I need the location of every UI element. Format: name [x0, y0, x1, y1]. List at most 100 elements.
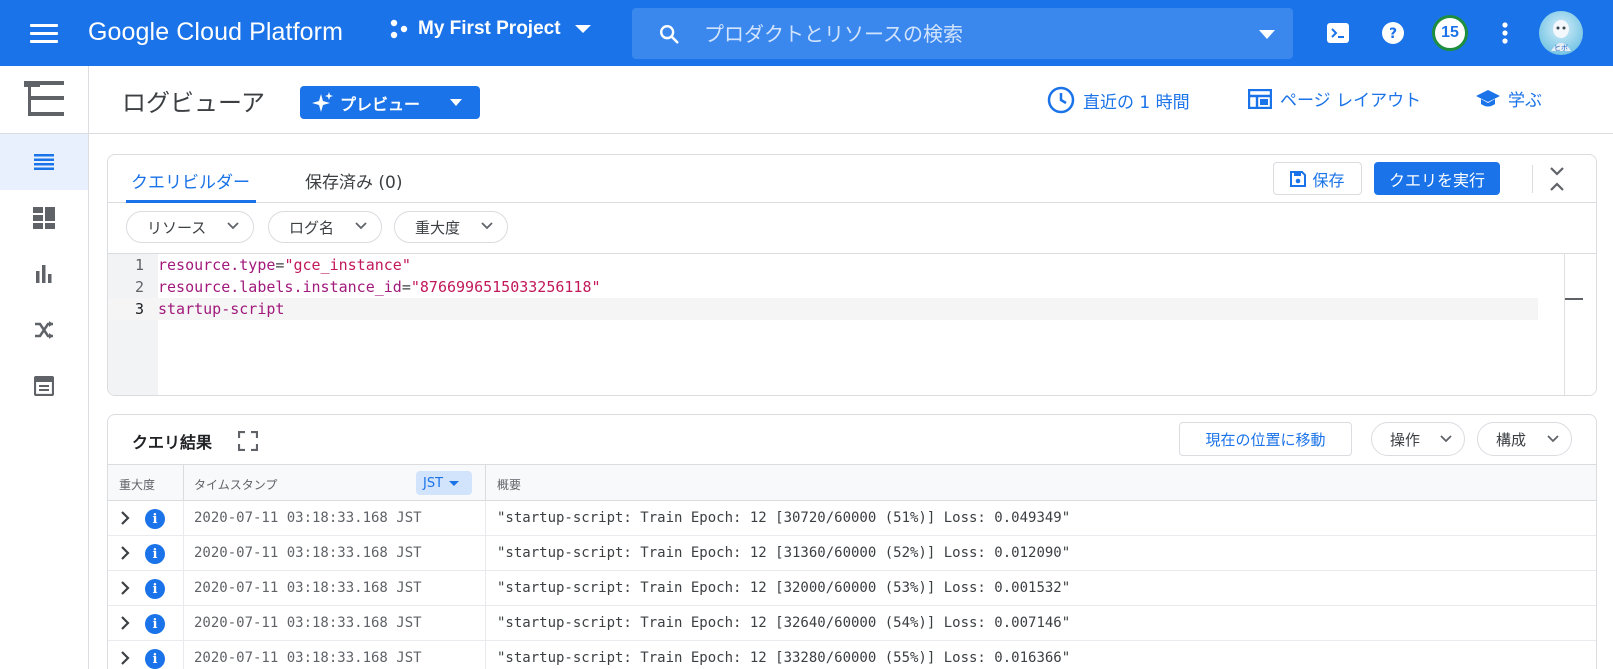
- page-layout-button[interactable]: ページ レイアウト: [1248, 86, 1421, 111]
- severity-chip[interactable]: 重大度: [394, 211, 508, 243]
- divider: [1532, 165, 1533, 193]
- chevron-down-icon[interactable]: [1259, 30, 1275, 39]
- editor-line-current[interactable]: 3 startup-script: [108, 298, 1538, 320]
- rail-header: [0, 66, 88, 134]
- brand-title[interactable]: Google Cloud Platform: [88, 18, 343, 47]
- chevron-right-icon[interactable]: [120, 616, 130, 630]
- avatar[interactable]: ヒボ: [1539, 11, 1583, 55]
- editor-line[interactable]: 2 resource.labels.instance_id="876699651…: [108, 276, 1538, 298]
- rail-item-logs[interactable]: [0, 134, 88, 190]
- code-operator: =: [401, 278, 411, 296]
- chevron-right-icon[interactable]: [120, 511, 130, 525]
- project-selector[interactable]: My First Project: [388, 18, 591, 40]
- column-divider: [183, 465, 184, 501]
- log-timestamp: 2020-07-11 03:18:33.168 JST: [194, 580, 422, 596]
- save-label: 保存: [1312, 170, 1345, 190]
- preview-dropdown-button[interactable]: プレビュー: [300, 86, 480, 119]
- log-row[interactable]: i 2020-07-11 03:18:33.168 JST "startup-s…: [108, 571, 1596, 606]
- dashboard-icon: [33, 207, 55, 229]
- left-nav-rail: [0, 66, 89, 669]
- log-row[interactable]: i 2020-07-11 03:18:33.168 JST "startup-s…: [108, 501, 1596, 536]
- editor-scrollbar[interactable]: [1564, 254, 1584, 395]
- collapse-icon[interactable]: [1548, 165, 1566, 193]
- rail-item-metrics[interactable]: [0, 246, 88, 302]
- chevron-right-icon[interactable]: [120, 581, 130, 595]
- code-text: resource.type="gce_instance": [158, 254, 411, 276]
- query-builder-card: クエリビルダー 保存済み (0) 保存 クエリを実行 リソース ログ名 重大度: [107, 154, 1597, 396]
- avatar-illustration: ヒボ: [1551, 20, 1571, 52]
- learn-button[interactable]: 学ぶ: [1476, 86, 1542, 111]
- time-range-selector[interactable]: 直近の 1 時間: [1047, 86, 1190, 114]
- log-name-chip[interactable]: ログ名: [268, 211, 382, 243]
- tab-query-builder[interactable]: クエリビルダー: [131, 168, 250, 193]
- log-summary: "startup-script: Train Epoch: 12 [32000/…: [497, 580, 1071, 596]
- fullscreen-icon[interactable]: [238, 431, 258, 451]
- line-number: 3: [134, 300, 144, 318]
- project-icon: [390, 19, 408, 39]
- query-results-card: クエリ結果 現在の位置に移動 操作 構成 重大度 タイムスタンプ JST 概要 …: [107, 414, 1597, 669]
- chevron-down-icon: [227, 222, 239, 230]
- info-icon: i: [145, 649, 165, 669]
- chevron-down-icon: [481, 222, 493, 230]
- log-row[interactable]: i 2020-07-11 03:18:33.168 JST "startup-s…: [108, 536, 1596, 571]
- timezone-dropdown[interactable]: JST: [416, 471, 472, 495]
- column-header-timestamp[interactable]: タイムスタンプ: [194, 476, 277, 493]
- configure-dropdown[interactable]: 構成: [1477, 422, 1572, 456]
- editor-line[interactable]: 1 resource.type="gce_instance": [108, 254, 1538, 276]
- code-text: resource.labels.instance_id="87669965150…: [158, 276, 601, 298]
- chevron-right-icon[interactable]: [120, 546, 130, 560]
- shuffle-icon: [35, 321, 53, 339]
- more-vert-icon[interactable]: [1502, 22, 1508, 44]
- rail-item-router[interactable]: [0, 302, 88, 358]
- notification-badge[interactable]: 15: [1432, 15, 1468, 51]
- search-input[interactable]: [704, 21, 1224, 46]
- code-key: resource.labels.instance_id: [158, 278, 402, 296]
- time-range-label: 直近の 1 時間: [1083, 92, 1190, 113]
- log-row[interactable]: i 2020-07-11 03:18:33.168 JST "startup-s…: [108, 641, 1596, 669]
- code-value: "8766996515033256118": [410, 278, 601, 296]
- chevron-down-icon: [1547, 435, 1559, 443]
- chevron-down-icon: [355, 222, 367, 230]
- chevron-down-icon: [574, 25, 591, 33]
- filter-chips: リソース ログ名 重大度: [108, 203, 1596, 253]
- jump-to-now-button[interactable]: 現在の位置に移動: [1179, 422, 1352, 456]
- resource-chip[interactable]: リソース: [126, 211, 254, 243]
- column-header-severity[interactable]: 重大度: [119, 476, 155, 493]
- log-timestamp: 2020-07-11 03:18:33.168 JST: [194, 650, 422, 666]
- svg-text:ヒボ: ヒボ: [1554, 44, 1568, 52]
- save-button[interactable]: 保存: [1273, 162, 1362, 195]
- severity-chip-label: 重大度: [415, 218, 461, 237]
- query-tabs: クエリビルダー 保存済み (0) 保存 クエリを実行: [108, 155, 1596, 203]
- log-name-chip-label: ログ名: [289, 218, 335, 237]
- log-row[interactable]: i 2020-07-11 03:18:33.168 JST "startup-s…: [108, 606, 1596, 641]
- tab-saved[interactable]: 保存済み (0): [305, 168, 402, 193]
- sparkle-icon: [312, 91, 333, 112]
- rail-item-dashboard[interactable]: [0, 190, 88, 246]
- chevron-right-icon[interactable]: [120, 651, 130, 665]
- log-timestamp: 2020-07-11 03:18:33.168 JST: [194, 615, 422, 631]
- info-icon: i: [145, 579, 165, 599]
- rail-item-storage[interactable]: [0, 358, 88, 414]
- bar-chart-icon: [36, 265, 52, 283]
- school-icon: [1476, 89, 1500, 106]
- top-app-bar: Google Cloud Platform My First Project ?…: [0, 0, 1613, 66]
- cloud-shell-icon[interactable]: [1327, 23, 1349, 43]
- line-number: 1: [134, 256, 144, 274]
- logs-toc-icon[interactable]: [24, 80, 64, 119]
- storage-icon: [34, 376, 54, 396]
- help-icon[interactable]: ?: [1382, 22, 1404, 44]
- actions-dropdown[interactable]: 操作: [1371, 422, 1465, 456]
- column-header-summary[interactable]: 概要: [497, 476, 521, 493]
- search-bar[interactable]: [632, 8, 1293, 59]
- learn-label: 学ぶ: [1508, 91, 1542, 111]
- configure-label: 構成: [1496, 430, 1527, 449]
- resource-chip-label: リソース: [147, 218, 207, 237]
- preview-label: プレビュー: [340, 94, 421, 114]
- run-query-button[interactable]: クエリを実行: [1374, 162, 1500, 195]
- layout-icon: [1248, 88, 1272, 109]
- results-table-header: 重大度 タイムスタンプ JST 概要: [108, 465, 1596, 501]
- menu-icon[interactable]: [30, 21, 58, 45]
- log-summary: "startup-script: Train Epoch: 12 [30720/…: [497, 510, 1071, 526]
- clock-icon: [1047, 86, 1075, 114]
- query-editor[interactable]: 1 resource.type="gce_instance" 2 resourc…: [108, 253, 1596, 395]
